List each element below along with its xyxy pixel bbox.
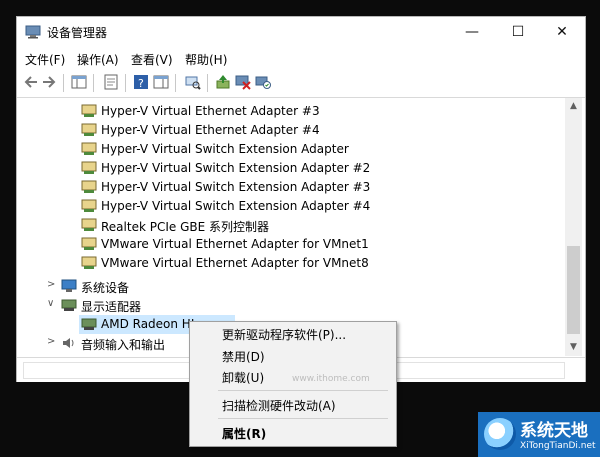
- menu-bar: 文件(F) 操作(A) 查看(V) 帮助(H): [17, 48, 585, 69]
- window-title: 设备管理器: [47, 26, 108, 40]
- network-adapter-icon: [81, 104, 97, 117]
- forward-arrow-icon[interactable]: [41, 74, 57, 90]
- toolbar-separator: [175, 74, 176, 92]
- toolbar-separator: [125, 74, 126, 92]
- menu-item-update-driver[interactable]: 更新驱动程序软件(P)...: [222, 326, 346, 343]
- menu-separator: [218, 390, 388, 391]
- menu-item-disable[interactable]: 禁用(D): [222, 348, 265, 365]
- scan-for-changes-icon[interactable]: [255, 74, 271, 90]
- tree-item-label: AMD Radeon HI: [101, 317, 195, 331]
- tree-item[interactable]: VMware Virtual Ethernet Adapter for VMne…: [17, 235, 565, 254]
- tree-category-display-adapters[interactable]: ∨ 显示适配器: [17, 296, 565, 315]
- device-tree: Hyper-V Virtual Ethernet Adapter #3 Hype…: [17, 98, 565, 356]
- network-adapter-icon: [81, 180, 97, 193]
- logo-title: 系统天地: [520, 421, 588, 441]
- site-logo: 系统天地 XiTongTianDi.net: [478, 412, 600, 457]
- show-hide-console-tree-icon[interactable]: [71, 74, 87, 90]
- scroll-up-arrow-icon[interactable]: ▲: [565, 101, 582, 111]
- tree-item-label: Hyper-V Virtual Switch Extension Adapter…: [101, 199, 371, 213]
- tree-item-label: Hyper-V Virtual Ethernet Adapter #4: [101, 123, 320, 137]
- tree-item[interactable]: Hyper-V Virtual Switch Extension Adapter: [17, 140, 565, 159]
- network-adapter-icon: [81, 161, 97, 174]
- update-driver-icon[interactable]: [215, 74, 231, 90]
- scan-hardware-icon[interactable]: [185, 74, 201, 90]
- scroll-down-arrow-icon[interactable]: ▼: [565, 342, 582, 352]
- tree-item[interactable]: Hyper-V Virtual Switch Extension Adapter…: [17, 159, 565, 178]
- context-menu: 更新驱动程序软件(P)... 禁用(D) 卸载(U) 扫描检测硬件改动(A) 属…: [189, 321, 397, 447]
- tree-category-system-devices[interactable]: > 系统设备: [17, 277, 565, 296]
- speaker-icon: [63, 338, 74, 348]
- toolbar: ?: [17, 69, 585, 98]
- tree-item[interactable]: Hyper-V Virtual Switch Extension Adapter…: [17, 178, 565, 197]
- toolbar-separator: [93, 74, 94, 92]
- toolbar-separator: [207, 74, 208, 92]
- tree-category-label: 显示适配器: [81, 300, 142, 314]
- tree-item-label: Hyper-V Virtual Ethernet Adapter #3: [101, 104, 320, 118]
- menu-separator: [218, 418, 388, 419]
- expand-chevron-icon[interactable]: >: [47, 279, 55, 290]
- display-adapter-icon: [81, 318, 97, 330]
- tree-item[interactable]: Hyper-V Virtual Ethernet Adapter #3: [17, 102, 565, 121]
- back-arrow-icon[interactable]: [23, 74, 39, 90]
- network-adapter-icon: [81, 199, 97, 212]
- properties-icon[interactable]: [103, 74, 119, 90]
- action-pane-icon[interactable]: [153, 74, 169, 90]
- tree-item-label: Hyper-V Virtual Switch Extension Adapter…: [101, 161, 371, 175]
- network-adapter-icon: [81, 256, 97, 269]
- menu-item-uninstall[interactable]: 卸载(U): [222, 369, 264, 386]
- tree-item-label: VMware Virtual Ethernet Adapter for VMne…: [101, 237, 369, 251]
- minimize-button[interactable]: —: [449, 17, 495, 48]
- network-adapter-icon: [81, 237, 97, 250]
- scrollbar-thumb[interactable]: [567, 246, 580, 334]
- globe-icon: [484, 418, 516, 450]
- tree-item-label: VMware Virtual Ethernet Adapter for VMne…: [101, 256, 369, 270]
- help-icon[interactable]: ?: [133, 74, 149, 90]
- tree-item-label: Hyper-V Virtual Switch Extension Adapter: [101, 142, 349, 156]
- collapse-chevron-icon[interactable]: ∨: [47, 298, 54, 309]
- toolbar-separator: [63, 74, 64, 92]
- tree-category-label: 音频输入和输出: [81, 338, 166, 352]
- tree-item[interactable]: Hyper-V Virtual Switch Extension Adapter…: [17, 197, 565, 216]
- expand-chevron-icon[interactable]: >: [47, 336, 55, 347]
- maximize-button[interactable]: ☐: [495, 17, 541, 48]
- watermark-text: www.ithome.com: [292, 374, 370, 384]
- tree-category-label: 系统设备: [81, 281, 130, 295]
- tree-item[interactable]: Hyper-V Virtual Ethernet Adapter #4: [17, 121, 565, 140]
- vertical-scrollbar[interactable]: ▲ ▼: [565, 98, 582, 356]
- menu-item-properties[interactable]: 属性(R): [222, 425, 266, 442]
- tree-item[interactable]: Realtek PCIe GBE 系列控制器: [17, 216, 565, 235]
- close-button[interactable]: ✕: [539, 17, 585, 48]
- display-adapter-icon: [61, 299, 77, 311]
- menu-action[interactable]: 操作(A): [77, 51, 119, 68]
- tree-item[interactable]: VMware Virtual Ethernet Adapter for VMne…: [17, 254, 565, 273]
- tree-item-label: Realtek PCIe GBE 系列控制器: [101, 220, 270, 234]
- menu-item-scan[interactable]: 扫描检测硬件改动(A): [222, 397, 336, 414]
- logo-subtitle: XiTongTianDi.net: [520, 441, 596, 451]
- uninstall-device-icon[interactable]: [235, 74, 251, 90]
- menu-view[interactable]: 查看(V): [131, 51, 173, 68]
- device-manager-icon: [25, 25, 41, 39]
- title-bar[interactable]: 设备管理器 — ☐ ✕: [17, 17, 585, 48]
- svg-text:?: ?: [138, 77, 144, 90]
- network-adapter-icon: [81, 218, 97, 231]
- network-adapter-icon: [81, 142, 97, 155]
- system-devices-icon: [61, 279, 77, 292]
- menu-file[interactable]: 文件(F): [25, 51, 65, 68]
- tree-item-label: Hyper-V Virtual Switch Extension Adapter…: [101, 180, 371, 194]
- network-adapter-icon: [81, 123, 97, 136]
- menu-help[interactable]: 帮助(H): [185, 51, 227, 68]
